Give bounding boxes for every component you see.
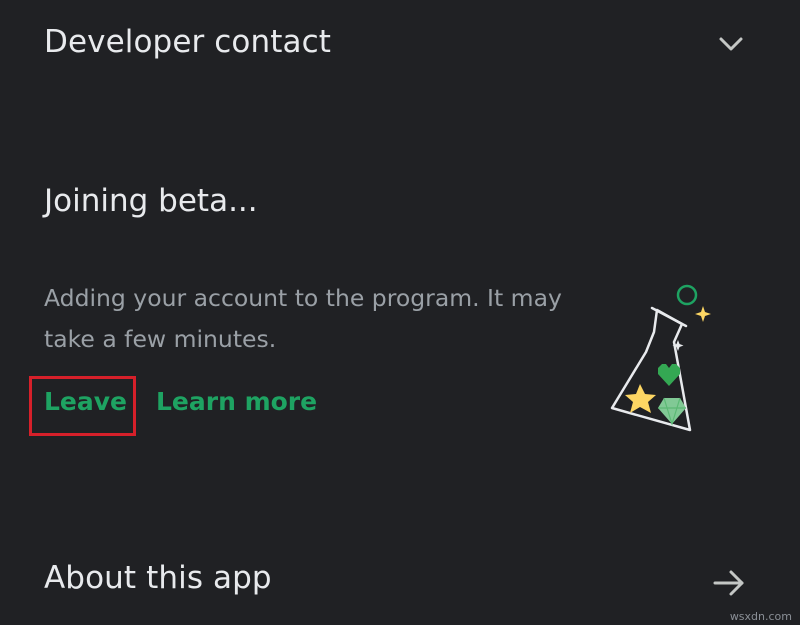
arrow-right-icon[interactable] bbox=[711, 565, 747, 601]
learn-more-link[interactable]: Learn more bbox=[156, 387, 317, 416]
beta-flask-icon bbox=[610, 284, 711, 432]
watermark-text: wsxdn.com bbox=[729, 610, 792, 623]
joining-beta-title: Joining beta... bbox=[44, 183, 258, 219]
about-this-app-title: About this app bbox=[44, 560, 272, 596]
developer-contact-title: Developer contact bbox=[44, 24, 331, 60]
about-this-app-row[interactable]: About this app bbox=[0, 540, 800, 625]
leave-button[interactable]: Leave bbox=[44, 387, 127, 416]
developer-contact-row[interactable]: Developer contact bbox=[0, 0, 800, 90]
chevron-down-icon[interactable] bbox=[717, 30, 745, 58]
joining-beta-description: Adding your account to the program. It m… bbox=[44, 284, 562, 353]
app-details-page: Developer contact Joining beta... Adding… bbox=[0, 0, 800, 625]
